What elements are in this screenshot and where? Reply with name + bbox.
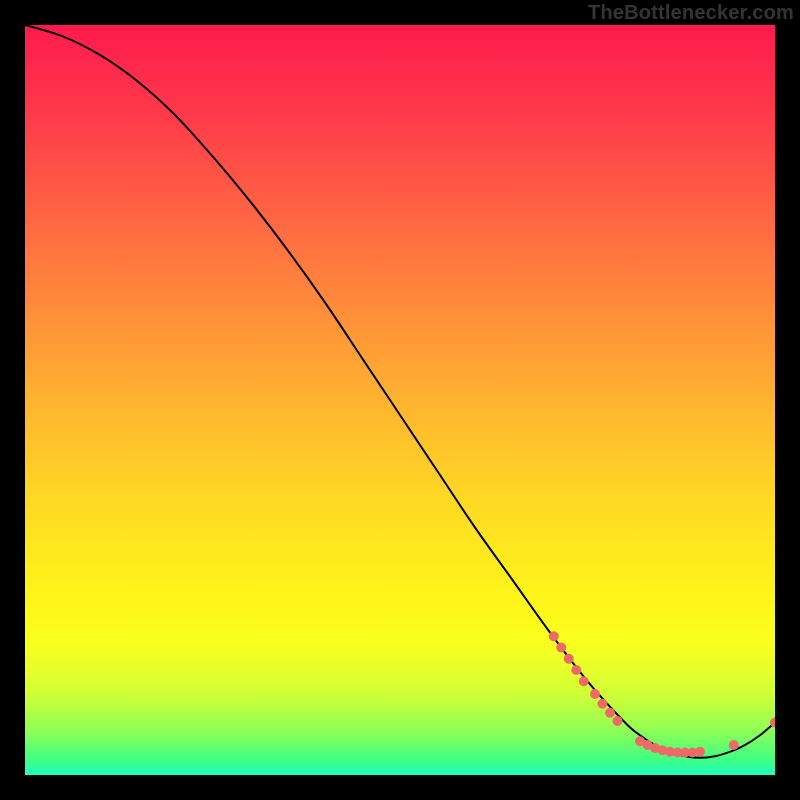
marker-layer	[549, 631, 775, 757]
curve-marker	[549, 631, 559, 641]
credit-text: TheBottlenecker.com	[588, 2, 794, 25]
chart-svg	[25, 25, 775, 775]
curve-layer	[25, 25, 775, 758]
curve-marker	[729, 740, 739, 750]
chart-plot	[25, 25, 775, 775]
curve-marker	[556, 642, 566, 652]
curve-marker	[597, 699, 607, 709]
curve-marker	[612, 716, 622, 726]
curve-marker	[590, 689, 600, 699]
curve-marker	[571, 665, 581, 675]
curve-marker	[579, 676, 589, 686]
curve-marker	[605, 708, 615, 718]
curve-marker	[695, 747, 705, 757]
curve	[25, 25, 775, 758]
curve-marker	[564, 654, 574, 664]
stage: TheBottlenecker.com	[0, 0, 800, 800]
